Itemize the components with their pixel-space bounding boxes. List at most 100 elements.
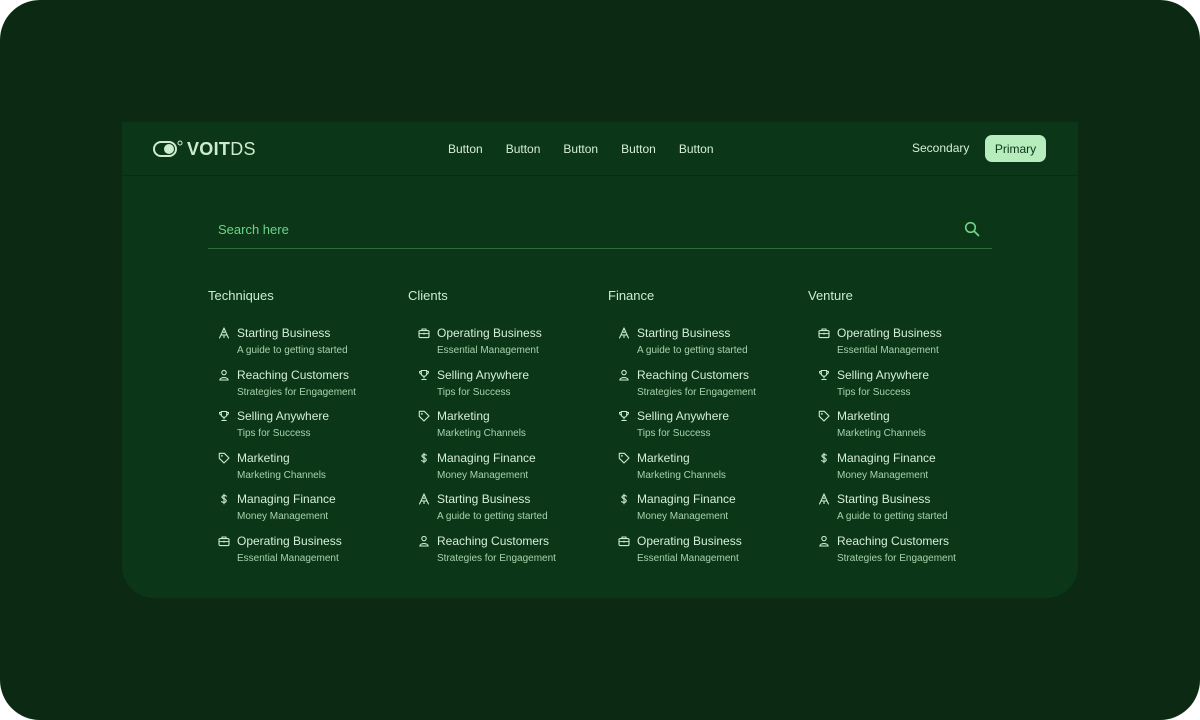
menu-item-title: Managing Finance	[237, 492, 336, 507]
menu-item-subtitle: Marketing Channels	[437, 428, 526, 440]
menu-column-techniques: Techniques Starting Business A guide to ge…	[208, 288, 408, 564]
menu-item[interactable]: Selling Anywhere Tips for Success	[618, 409, 808, 451]
menu-item[interactable]: Managing Finance Money Management	[818, 451, 1008, 493]
briefcase-icon	[818, 328, 830, 339]
logo[interactable]: VOITDS	[153, 139, 256, 159]
column-title: Clients	[408, 288, 448, 303]
menu-item-subtitle: A guide to getting started	[437, 511, 548, 523]
top-navbar: VOITDS Button Button Button Button Butto…	[122, 122, 1078, 176]
menu-item-title: Starting Business	[437, 492, 531, 507]
secondary-button[interactable]: Secondary	[908, 135, 973, 162]
menu-item-title: Operating Business	[837, 326, 942, 340]
menu-item-title: Operating Business	[637, 533, 742, 548]
menu-item[interactable]: Marketing Marketing Channels	[618, 451, 808, 493]
tag-icon	[618, 452, 630, 464]
user-icon	[619, 369, 629, 381]
menu-item-title: Selling Anywhere	[237, 409, 330, 424]
dollar-icon	[421, 452, 427, 463]
search-icon[interactable]	[964, 221, 980, 237]
menu-item-subtitle: Tips for Success	[837, 386, 911, 398]
menu-item-list: Operating Business Essential Management Se…	[418, 326, 608, 576]
briefcase-icon	[218, 536, 230, 547]
menu-item[interactable]: Selling Anywhere Tips for Success	[418, 368, 608, 410]
nav-button-4[interactable]: Button	[621, 139, 656, 159]
menu-item-title: Starting Business	[237, 326, 331, 340]
menu-item-subtitle: A guide to getting started	[837, 511, 948, 523]
menu-item[interactable]: Reaching Customers Strategies for Engagem…	[218, 368, 408, 410]
nav-button-5[interactable]: Button	[679, 139, 714, 159]
rocket-icon	[618, 327, 630, 339]
search-bar	[208, 212, 992, 249]
menu-item-title: Operating Business	[437, 326, 542, 340]
rocket-icon	[818, 493, 830, 505]
menu-item-title: Marketing	[237, 450, 290, 465]
menu-item-list: Starting Business A guide to getting star…	[618, 326, 808, 576]
menu-item-list: Starting Business A guide to getting star…	[218, 326, 408, 576]
menu-item[interactable]: Managing Finance Money Management	[618, 492, 808, 534]
menu-item-subtitle: Essential Management	[837, 345, 939, 356]
menu-item-subtitle: Tips for Success	[437, 386, 511, 398]
menu-item[interactable]: Operating Business Essential Management	[418, 326, 608, 368]
tag-icon	[818, 410, 830, 422]
menu-item-title: Managing Finance	[437, 450, 536, 465]
menu-item[interactable]: Reaching Customers Strategies for Engagem…	[418, 534, 608, 576]
search-input[interactable]	[208, 212, 948, 246]
dollar-icon	[821, 452, 827, 463]
menu-item[interactable]: Starting Business A guide to getting star…	[218, 326, 408, 368]
menu-item[interactable]: Reaching Customers Strategies for Engagem…	[618, 368, 808, 410]
menu-item-subtitle: Marketing Channels	[237, 469, 326, 481]
menu-item-list: Operating Business Essential Management Se…	[818, 326, 1008, 576]
menu-item[interactable]: Marketing Marketing Channels	[218, 451, 408, 493]
menu-item[interactable]: Starting Business A guide to getting star…	[618, 326, 808, 368]
menu-columns: Techniques Starting Business A guide to ge…	[208, 288, 1008, 578]
menu-item[interactable]: Operating Business Essential Management	[618, 534, 808, 576]
menu-item-subtitle: Money Management	[237, 511, 329, 523]
menu-item-title: Starting Business	[637, 326, 731, 340]
menu-item-subtitle: Money Management	[837, 469, 929, 481]
menu-item-subtitle: Tips for Success	[637, 428, 711, 440]
menu-item[interactable]: Starting Business A guide to getting star…	[418, 492, 608, 534]
column-title: Techniques	[208, 288, 274, 303]
menu-item[interactable]: Reaching Customers Strategies for Engagem…	[818, 534, 1008, 576]
menu-item-subtitle: Strategies for Engagement	[837, 552, 956, 564]
menu-item[interactable]: Marketing Marketing Channels	[818, 409, 1008, 451]
menu-item[interactable]: Starting Business A guide to getting star…	[818, 492, 1008, 534]
menu-item-subtitle: A guide to getting started	[637, 345, 748, 356]
logo-mark-icon	[153, 140, 183, 157]
nav-button-1[interactable]: Button	[448, 139, 483, 159]
trophy-icon	[218, 411, 230, 422]
dollar-icon	[621, 494, 627, 505]
menu-item-title: Selling Anywhere	[837, 367, 930, 382]
primary-button[interactable]: Primary	[985, 135, 1046, 162]
trophy-icon	[618, 411, 630, 422]
menu-item[interactable]: Managing Finance Money Management	[418, 451, 608, 493]
nav-button-2[interactable]: Button	[506, 139, 541, 159]
menu-item[interactable]: Managing Finance Money Management	[218, 492, 408, 534]
menu-item[interactable]: Marketing Marketing Channels	[418, 409, 608, 451]
rocket-icon	[218, 327, 230, 339]
rocket-icon	[418, 493, 430, 505]
menu-item[interactable]: Selling Anywhere Tips for Success	[218, 409, 408, 451]
menu-item-title: Reaching Customers	[237, 367, 350, 382]
menu-item-subtitle: Essential Management	[637, 552, 739, 564]
menu-item-title: Managing Finance	[637, 492, 736, 507]
menu-item[interactable]: Operating Business Essential Management	[218, 534, 408, 576]
menu-item-title: Marketing	[837, 409, 890, 424]
menu-item-subtitle: Money Management	[637, 511, 729, 523]
menu-item-title: Selling Anywhere	[437, 367, 530, 382]
menu-item-title: Operating Business	[237, 533, 342, 548]
column-title: Venture	[808, 288, 853, 303]
menu-item-title: Marketing	[437, 409, 490, 424]
menu-item[interactable]: Selling Anywhere Tips for Success	[818, 368, 1008, 410]
menu-item-title: Starting Business	[837, 492, 931, 507]
main-nav: Button Button Button Button Button	[448, 139, 714, 159]
dollar-icon	[221, 494, 227, 505]
menu-item[interactable]: Operating Business Essential Management	[818, 326, 1008, 368]
menu-item-title: Selling Anywhere	[637, 409, 730, 424]
page-background: VOITDS Button Button Button Button Butto…	[0, 0, 1200, 720]
nav-button-3[interactable]: Button	[563, 139, 598, 159]
menu-column-finance: Finance Starting Business A guide to getti…	[608, 288, 808, 564]
menu-item-title: Reaching Customers	[437, 533, 550, 548]
menu-item-title: Reaching Customers	[837, 533, 950, 548]
tag-icon	[218, 452, 230, 464]
